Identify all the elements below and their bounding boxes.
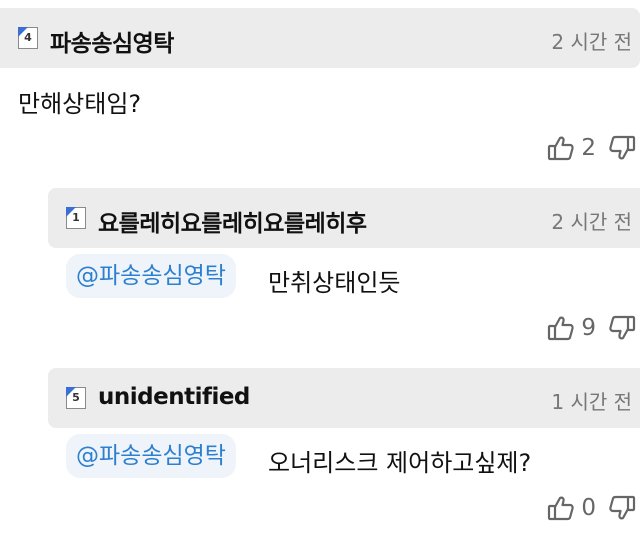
thumbs-down-icon bbox=[609, 135, 636, 160]
thumbs-down-icon bbox=[609, 495, 636, 520]
like-button[interactable]: 2 bbox=[547, 134, 608, 162]
like-count: 9 bbox=[581, 315, 596, 341]
like-button[interactable]: 9 bbox=[547, 314, 608, 342]
dislike-button[interactable] bbox=[608, 314, 636, 342]
level-badge-icon: 5 bbox=[66, 387, 86, 409]
comment-timestamp: 2 시간 전 bbox=[551, 210, 632, 234]
comment-text: 오너리스크 제어하고싶제? bbox=[268, 449, 532, 477]
comment-author[interactable]: 파송송심영탁 bbox=[50, 24, 174, 58]
dislike-button[interactable] bbox=[608, 494, 636, 522]
thumbs-up-icon bbox=[548, 496, 575, 521]
comment-text: 만해상태임? bbox=[18, 90, 142, 118]
comment-text: 만취상태인듯 bbox=[268, 269, 401, 297]
like-count: 2 bbox=[581, 135, 596, 161]
reply-header: 5 unidentified 1 시간 전 bbox=[48, 368, 640, 428]
thumbs-down-icon bbox=[609, 315, 636, 340]
thumbs-up-icon bbox=[548, 316, 575, 341]
thumbs-up-icon bbox=[548, 136, 575, 161]
dislike-button[interactable] bbox=[608, 134, 636, 162]
vote-bar: 0 bbox=[547, 494, 636, 522]
vote-bar: 2 bbox=[547, 134, 636, 162]
comment-author[interactable]: 요를레히요를레히요를레히후 bbox=[98, 204, 367, 238]
mention-tag[interactable]: @파송송심영탁 bbox=[66, 434, 236, 478]
comment-timestamp: 2 시간 전 bbox=[551, 30, 632, 54]
vote-bar: 9 bbox=[547, 314, 636, 342]
like-count: 0 bbox=[581, 495, 596, 521]
level-badge-icon: 4 bbox=[18, 27, 38, 49]
comment-author[interactable]: unidentified bbox=[98, 384, 250, 410]
comment-header: 4 파송송심영탁 2 시간 전 bbox=[0, 8, 640, 68]
mention-tag[interactable]: @파송송심영탁 bbox=[66, 254, 236, 298]
reply-header: 1 요를레히요를레히요를레히후 2 시간 전 bbox=[48, 188, 640, 248]
level-badge-icon: 1 bbox=[66, 207, 86, 229]
like-button[interactable]: 0 bbox=[547, 494, 608, 522]
comment-timestamp: 1 시간 전 bbox=[551, 390, 632, 414]
